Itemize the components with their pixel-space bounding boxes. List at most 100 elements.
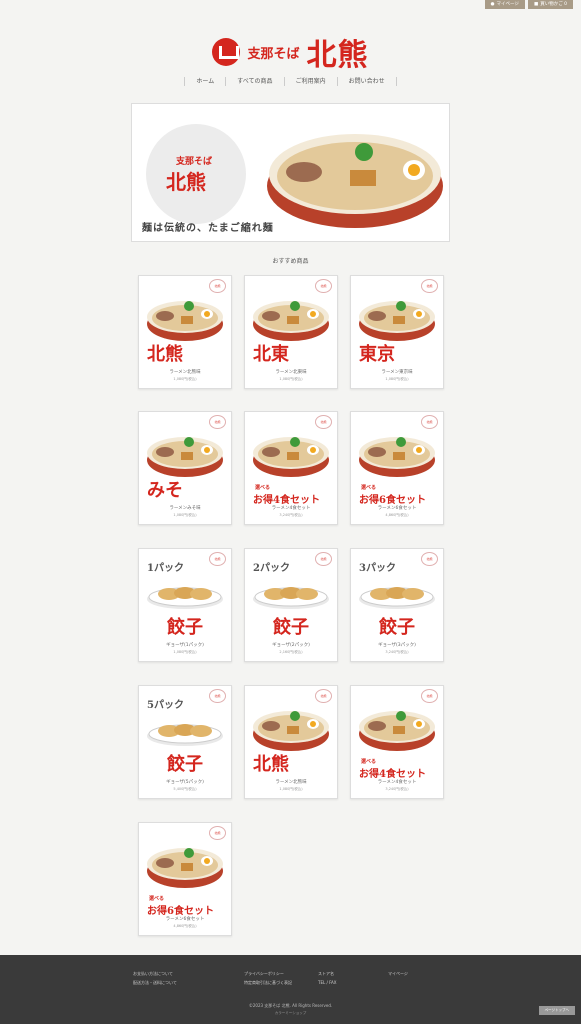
product-card[interactable]: 北熊 選べる お得4食セット ラーメン4食セット 3,240円(税込) bbox=[350, 685, 444, 799]
hero-banner[interactable]: 支那そば 北熊 麺は伝統の、たまご縮れ麺 bbox=[131, 103, 450, 242]
cart-label: 買い物かご 0 bbox=[540, 2, 567, 7]
product-card[interactable]: 北熊 北熊 ラーメン北熊味 1,080円(税込) bbox=[244, 685, 338, 799]
nav-all-products[interactable]: すべての商品 bbox=[225, 77, 283, 86]
product-price: 5,400円(税込) bbox=[173, 787, 197, 791]
logo-subtitle: 支那そば bbox=[247, 46, 300, 62]
nav-home[interactable]: ホーム bbox=[184, 77, 225, 86]
ramen-bowl-image bbox=[147, 301, 223, 341]
product-price: 4,860円(税込) bbox=[173, 924, 197, 928]
logo-mark-icon bbox=[212, 38, 241, 66]
product-price: 1,080円(税込) bbox=[279, 787, 303, 791]
product-price: 1,080円(税込) bbox=[173, 650, 197, 654]
ramen-bowl-image bbox=[359, 437, 435, 477]
product-card[interactable]: 北熊 選べる お得4食セット ラーメン4食セット 3,240円(税込) bbox=[244, 411, 338, 525]
product-name[interactable]: ギョーザ(1パック) bbox=[139, 642, 231, 648]
powered-by[interactable]: カラーミーショップ bbox=[0, 1011, 581, 1016]
ramen-bowl-image bbox=[147, 848, 223, 888]
product-label: 餃子 bbox=[379, 617, 415, 638]
site-logo[interactable]: 支那そば 北熊 bbox=[0, 30, 581, 74]
product-price: 1,080円(税込) bbox=[173, 377, 197, 381]
product-price: 1,080円(税込) bbox=[279, 377, 303, 381]
set-sub-label: 選べる bbox=[361, 759, 377, 765]
product-name[interactable]: ギョーザ(3パック) bbox=[351, 642, 443, 648]
copyright: ©2023 支那そば 北熊. All Rights Reserved. bbox=[248, 1003, 333, 1008]
mypage-button[interactable]: ● マイページ bbox=[484, 0, 525, 9]
footer-link-mypage[interactable]: マイページ bbox=[388, 969, 408, 978]
logo-title: 北熊 bbox=[306, 38, 369, 73]
product-name[interactable]: ラーメン東京味 bbox=[351, 369, 443, 375]
global-nav: ホーム すべての商品 ご利用案内 お問い合わせ bbox=[0, 77, 581, 86]
ramen-bowl-image bbox=[359, 711, 435, 751]
footer-link-privacy[interactable]: プライバシーポリシー bbox=[244, 969, 292, 978]
recommended-heading: おすすめ商品 bbox=[272, 258, 309, 265]
footer-link-law[interactable]: 特定商取引法に基づく表記 bbox=[244, 978, 292, 987]
top-bar: ● マイページ ■ 買い物かご 0 bbox=[484, 0, 573, 9]
product-name[interactable]: ギョーザ(5パック) bbox=[139, 779, 231, 785]
product-label: 北東 bbox=[253, 344, 289, 365]
product-card[interactable]: 北熊 1パック 餃子 ギョーザ(1パック) 1,080円(税込) bbox=[138, 548, 232, 662]
product-label: 選べる お得4食セット bbox=[253, 484, 320, 506]
gyoza-plate-image bbox=[147, 724, 223, 746]
footer-tel: TEL / FAX bbox=[318, 980, 337, 985]
product-name[interactable]: ラーメン4食セット bbox=[351, 779, 443, 785]
product-card[interactable]: 北熊 みそ ラーメンみそ味 1,080円(税込) bbox=[138, 411, 232, 525]
product-card[interactable]: 北熊 5パック 餃子 ギョーザ(5パック) 5,400円(税込) bbox=[138, 685, 232, 799]
ramen-bowl-image bbox=[359, 301, 435, 341]
site-footer: お支払い方法について 配送方法・送料について プライバシーポリシー 特定商取引法… bbox=[0, 955, 581, 1024]
product-name[interactable]: ギョーザ(2パック) bbox=[245, 642, 337, 648]
product-price: 3,240円(税込) bbox=[385, 787, 409, 791]
footer-link-payment[interactable]: お支払い方法について bbox=[133, 969, 177, 978]
set-sub-label: 選べる bbox=[361, 485, 377, 491]
product-card[interactable]: 北熊 東京 ラーメン東京味 1,080円(税込) bbox=[350, 275, 444, 389]
user-icon: ● bbox=[490, 2, 495, 7]
product-price: 3,240円(税込) bbox=[279, 513, 303, 517]
footer-col-4: マイページ bbox=[388, 969, 408, 978]
gyoza-plate-image bbox=[147, 587, 223, 609]
ramen-bowl-image bbox=[147, 437, 223, 477]
product-label: みそ bbox=[147, 480, 183, 501]
ramen-bowl-image bbox=[253, 437, 329, 477]
product-name[interactable]: ラーメン北熊味 bbox=[139, 369, 231, 375]
product-label: 餃子 bbox=[273, 617, 309, 638]
mypage-label: マイページ bbox=[496, 2, 519, 7]
product-label: 選べる お得6食セット bbox=[147, 895, 214, 917]
footer-link-shipping[interactable]: 配送方法・送料について bbox=[133, 978, 177, 987]
product-card[interactable]: 北熊 北東 ラーメン北東味 1,080円(税込) bbox=[244, 275, 338, 389]
product-price: 1,080円(税込) bbox=[173, 513, 197, 517]
set-sub-label: 選べる bbox=[255, 485, 271, 491]
gyoza-plate-image bbox=[253, 587, 329, 609]
nav-contact[interactable]: お問い合わせ bbox=[336, 77, 397, 86]
product-name[interactable]: ラーメン4食セット bbox=[245, 505, 337, 511]
cart-button[interactable]: ■ 買い物かご 0 bbox=[527, 0, 573, 9]
product-name[interactable]: ラーメン北熊味 bbox=[245, 779, 337, 785]
product-card[interactable]: 北熊 3パック 餃子 ギョーザ(3パック) 3,240円(税込) bbox=[350, 548, 444, 662]
product-card[interactable]: 北熊 北熊 ラーメン北熊味 1,080円(税込) bbox=[138, 275, 232, 389]
product-name[interactable]: ラーメン6食セット bbox=[139, 916, 231, 922]
product-label: 北熊 bbox=[253, 754, 289, 775]
footer-col-1: お支払い方法について 配送方法・送料について bbox=[133, 969, 177, 987]
cart-icon: ■ bbox=[533, 2, 539, 7]
page-top-button[interactable]: ページトップへ bbox=[538, 1006, 575, 1015]
product-name[interactable]: ラーメン6食セット bbox=[351, 505, 443, 511]
footer-col-2: プライバシーポリシー 特定商取引法に基づく表記 bbox=[244, 969, 292, 987]
product-label: 北熊 bbox=[147, 344, 183, 365]
product-name[interactable]: ラーメン北東味 bbox=[245, 369, 337, 375]
product-label: 餃子 bbox=[167, 617, 203, 638]
product-label: 東京 bbox=[359, 344, 395, 365]
hero-title: 北熊 bbox=[166, 170, 206, 194]
product-card[interactable]: 北熊 選べる お得6食セット ラーメン6食セット 4,860円(税込) bbox=[138, 822, 232, 936]
ramen-bowl-image bbox=[267, 134, 443, 228]
product-price: 2,160円(税込) bbox=[279, 650, 303, 654]
nav-guide[interactable]: ご利用案内 bbox=[283, 77, 337, 86]
product-card[interactable]: 北熊 2パック 餃子 ギョーザ(2パック) 2,160円(税込) bbox=[244, 548, 338, 662]
product-price: 1,080円(税込) bbox=[385, 377, 409, 381]
product-card[interactable]: 北熊 選べる お得6食セット ラーメン6食セット 4,860円(税込) bbox=[350, 411, 444, 525]
ramen-bowl-image bbox=[253, 301, 329, 341]
footer-col-3: ストア名 TEL / FAX bbox=[318, 969, 337, 987]
product-label: 餃子 bbox=[167, 754, 203, 775]
product-label: 選べる お得6食セット bbox=[359, 484, 426, 506]
product-price: 4,860円(税込) bbox=[385, 513, 409, 517]
product-price: 3,240円(税込) bbox=[385, 650, 409, 654]
product-name[interactable]: ラーメンみそ味 bbox=[139, 505, 231, 511]
set-sub-label: 選べる bbox=[149, 896, 165, 902]
